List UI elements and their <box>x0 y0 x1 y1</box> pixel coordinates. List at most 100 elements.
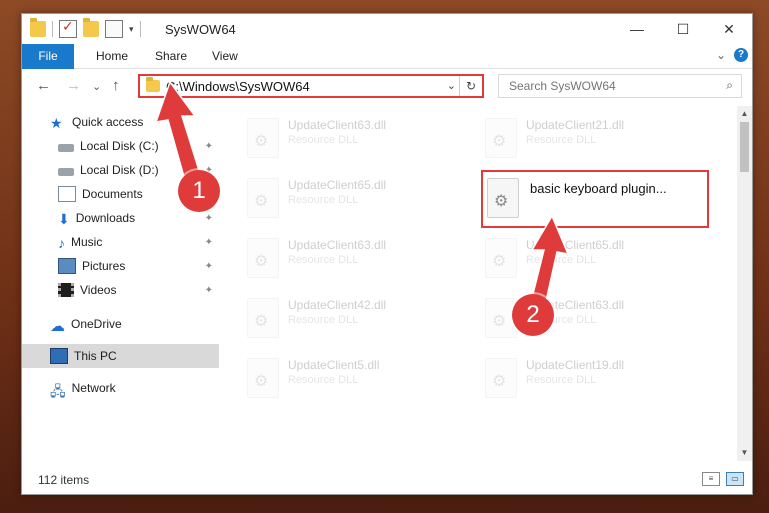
recent-locations-button[interactable]: ⌄ <box>92 80 101 93</box>
dll-file-icon <box>485 238 517 278</box>
sidebar-item-label: Downloads <box>75 211 136 225</box>
sidebar-item-this-pc[interactable]: This PC <box>22 344 219 368</box>
search-box[interactable]: ⌕ <box>498 74 742 98</box>
tab-home[interactable]: Home <box>96 44 128 68</box>
file-item[interactable]: UpdateClient21.dll Resource DLL <box>479 110 709 162</box>
refresh-button[interactable]: ↻ <box>459 76 482 96</box>
file-item[interactable]: UpdateClient63.dll Resource DLL <box>241 230 471 282</box>
customize-toolbar-icon[interactable] <box>105 20 123 38</box>
pin-icon: ✦ <box>204 260 213 272</box>
pictures-icon <box>58 258 76 274</box>
file-type: Resource DLL <box>526 134 597 146</box>
ribbon-right: ⌄ ? <box>716 48 748 62</box>
sidebar-item-label: Local Disk (C:) <box>80 139 159 153</box>
help-icon[interactable]: ? <box>734 48 748 62</box>
sidebar-item-network[interactable]: 🖧 Network <box>22 376 219 400</box>
toolbar-dropdown-icon[interactable]: ▾ <box>129 24 134 35</box>
separator <box>52 21 53 37</box>
sidebar-item-label: Documents <box>82 187 143 201</box>
file-type: Resource DLL <box>288 194 359 206</box>
details-view-icon[interactable]: ≡ <box>702 472 720 486</box>
network-icon: 🖧 <box>50 383 66 399</box>
file-item[interactable]: UpdateClient65.dll Resource DLL <box>479 230 709 282</box>
sidebar-item-label: Network <box>71 381 116 395</box>
star-icon: ★ <box>50 115 63 131</box>
highlighted-file-item[interactable]: basic keyboard plugin... <box>481 170 709 228</box>
file-name: UpdateClient63.dll <box>288 238 387 252</box>
sidebar-item-label: OneDrive <box>71 317 122 331</box>
address-dropdown-icon[interactable]: ⌄ <box>447 79 456 92</box>
scroll-up-icon[interactable]: ▲ <box>737 106 752 122</box>
file-name: UpdateClient19.dll <box>526 358 625 372</box>
dll-file-icon <box>247 238 279 278</box>
dll-file-icon <box>247 358 279 398</box>
file-name: UpdateClient63.dll <box>288 118 387 132</box>
file-name: UpdateClient42.dll <box>288 298 387 312</box>
drive-icon <box>58 167 74 176</box>
scroll-down-icon[interactable]: ▼ <box>737 445 752 461</box>
navigation-bar: ← → ⌄ ↑ C:\Windows\SysWOW64 ⌄ ↻ ⌕ <box>22 69 752 103</box>
sidebar-item-music[interactable]: ♪ Music ✦ <box>22 230 219 254</box>
back-button[interactable]: ← <box>36 77 51 94</box>
file-item[interactable]: UpdateClient5.dll Resource DLL <box>241 350 471 402</box>
new-folder-icon[interactable] <box>83 18 99 37</box>
dll-file-icon <box>247 298 279 338</box>
music-icon: ♪ <box>58 235 65 251</box>
separator <box>139 21 141 37</box>
sidebar-item-label: Videos <box>80 283 117 297</box>
view-switcher: ≡ ▭ <box>702 472 744 486</box>
videos-icon <box>58 283 74 297</box>
item-count: 112 items <box>38 473 90 487</box>
sidebar-item-label: Pictures <box>82 259 126 273</box>
expand-ribbon-icon[interactable]: ⌄ <box>716 48 726 62</box>
maximize-button[interactable]: ☐ <box>660 14 706 44</box>
window-controls: — ☐ ✕ <box>614 14 752 44</box>
file-item[interactable]: UpdateClient65.dll Resource DLL <box>241 170 471 222</box>
dll-file-icon <box>247 178 279 218</box>
documents-icon <box>58 186 76 202</box>
pin-icon: ✦ <box>204 236 213 248</box>
folder-icon <box>30 18 46 37</box>
ribbon-tabs: File Home Share View ⌄ ? <box>22 44 752 96</box>
download-icon: ⬇ <box>58 211 70 227</box>
file-name: UpdateClient5.dll <box>288 358 380 372</box>
file-list: UpdateClient63.dll Resource DLL UpdateCl… <box>221 106 736 461</box>
vertical-scrollbar[interactable]: ▲ ▼ <box>737 106 752 461</box>
search-icon[interactable]: ⌕ <box>726 78 733 93</box>
file-item[interactable]: UpdateClient19.dll Resource DLL <box>479 350 709 402</box>
properties-check-icon[interactable] <box>59 18 77 38</box>
tab-share[interactable]: Share <box>155 44 187 68</box>
sidebar-item-pictures[interactable]: Pictures ✦ <box>22 254 219 278</box>
tab-view[interactable]: View <box>212 44 238 68</box>
file-name: basic keyboard plugin... <box>530 181 667 196</box>
sidebar-item-label: Quick access <box>72 115 144 129</box>
up-button[interactable]: ↑ <box>112 77 120 94</box>
scrollbar-thumb[interactable] <box>740 122 749 172</box>
large-icons-view-icon[interactable]: ▭ <box>726 472 744 486</box>
pin-icon: ✦ <box>204 212 213 224</box>
dll-file-icon <box>485 358 517 398</box>
file-type: Resource DLL <box>288 374 359 386</box>
file-type: Resource DLL <box>526 374 597 386</box>
forward-button[interactable]: → <box>66 77 81 94</box>
sidebar-item-label: Music <box>71 235 103 249</box>
file-item[interactable]: UpdateClient42.dll Resource DLL <box>241 290 471 342</box>
pin-icon: ✦ <box>204 284 213 296</box>
sidebar-item-onedrive[interactable]: ☁ OneDrive <box>22 312 219 336</box>
window-title: SysWOW64 <box>165 22 236 37</box>
file-explorer-window: ▾ SysWOW64 — ☐ ✕ File Home Share View ⌄ … <box>21 13 753 495</box>
sidebar-item-label: This PC <box>74 349 117 363</box>
file-name: UpdateClient65.dll <box>288 178 387 192</box>
close-button[interactable]: ✕ <box>706 14 752 44</box>
file-item[interactable]: UpdateClient63.dll Resource DLL <box>241 110 471 162</box>
dll-file-icon <box>247 118 279 158</box>
file-type: Resource DLL <box>288 314 359 326</box>
drive-icon <box>58 143 74 152</box>
annotation-step-1: 1 <box>178 170 220 212</box>
cloud-icon: ☁ <box>50 318 65 335</box>
sidebar-item-videos[interactable]: Videos ✦ <box>22 278 219 302</box>
minimize-button[interactable]: — <box>614 14 660 44</box>
sidebar-item-label: Local Disk (D:) <box>80 163 159 177</box>
quick-access-toolbar: ▾ <box>30 18 141 38</box>
search-input[interactable] <box>507 78 711 94</box>
